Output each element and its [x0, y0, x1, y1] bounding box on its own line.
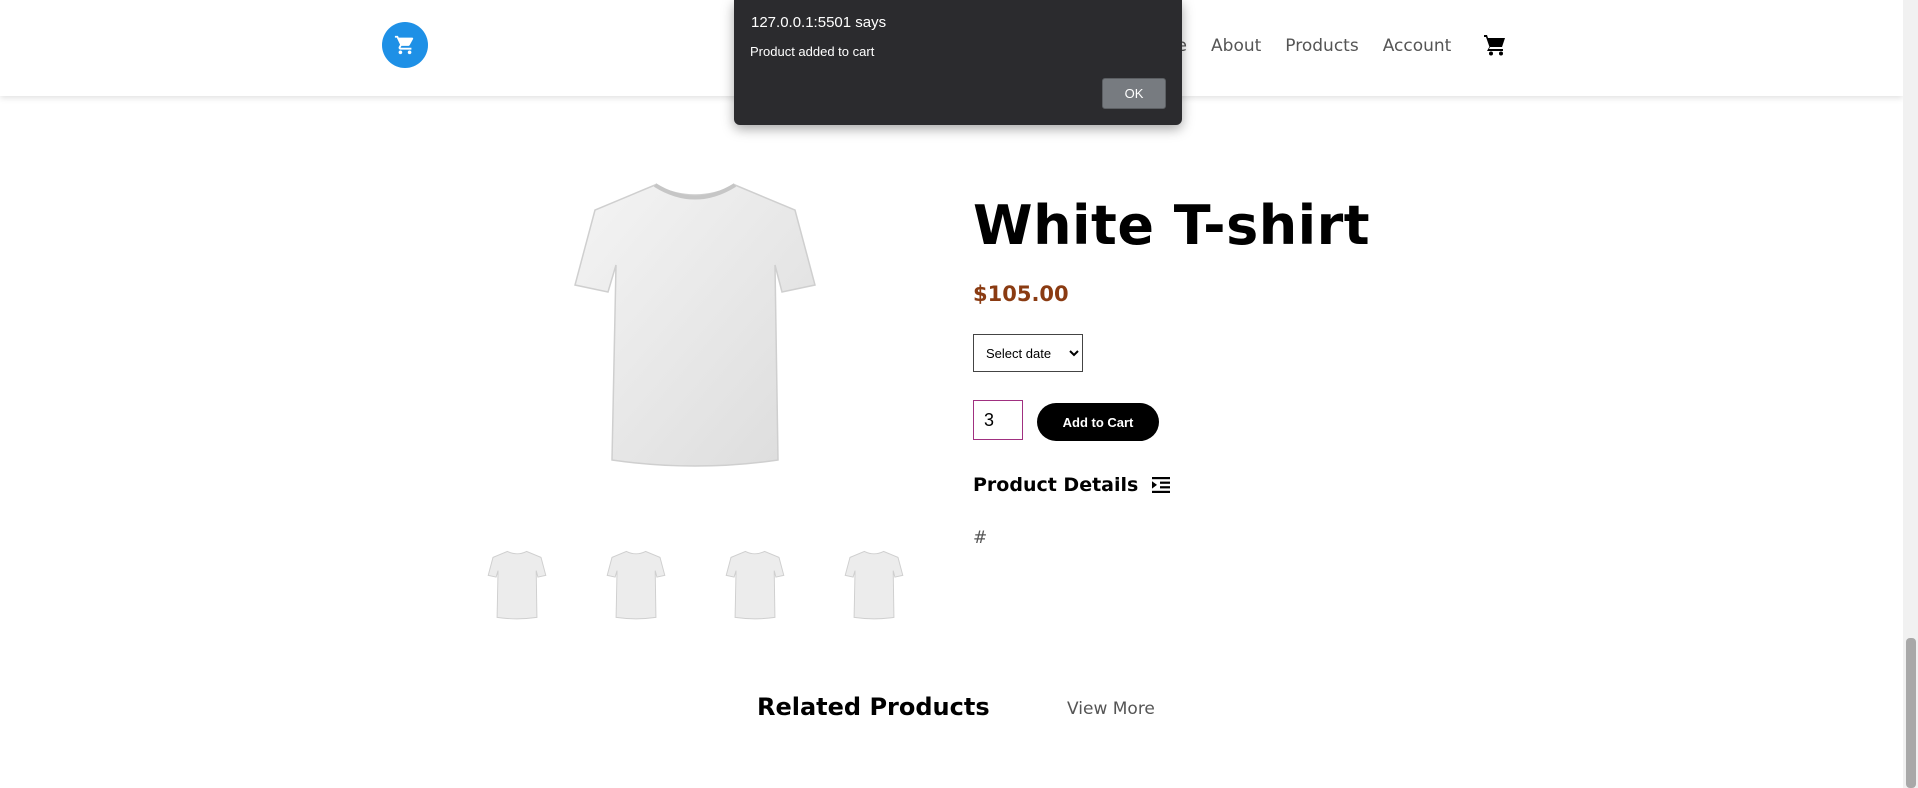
view-more-link[interactable]: View More — [1067, 699, 1155, 719]
dialog-message: Product added to cart — [750, 44, 875, 59]
indent-icon[interactable] — [1152, 477, 1171, 493]
dialog-origin: 127.0.0.1:5501 says — [751, 14, 887, 31]
related-products-heading: Related Products — [757, 693, 990, 721]
nav-account[interactable]: Account — [1383, 36, 1452, 56]
scrollbar-thumb[interactable] — [1906, 638, 1916, 788]
thumbnail-4[interactable] — [844, 548, 904, 622]
nav-about[interactable]: About — [1211, 36, 1261, 56]
nav-products[interactable]: Products — [1285, 36, 1358, 56]
thumbnail-1[interactable] — [487, 548, 547, 622]
product-main-image — [574, 183, 816, 467]
product-details-text: # — [973, 528, 988, 548]
add-to-cart-button[interactable]: Add to Cart — [1037, 403, 1159, 441]
logo[interactable] — [382, 22, 428, 68]
date-select[interactable]: Select date — [973, 334, 1083, 372]
main-nav: me About Products Account — [1160, 36, 1475, 56]
thumbnail-list — [487, 548, 963, 622]
shopping-cart-icon — [394, 35, 414, 55]
cart-icon[interactable] — [1483, 34, 1507, 60]
quantity-input[interactable] — [973, 400, 1023, 440]
ok-button[interactable]: OK — [1102, 78, 1166, 109]
alert-dialog: 127.0.0.1:5501 says Product added to car… — [734, 0, 1182, 125]
product-price: $105.00 — [973, 282, 1069, 306]
thumbnail-3[interactable] — [725, 548, 785, 622]
product-details-label: Product Details — [973, 474, 1139, 496]
product-details-heading: Product Details — [973, 474, 1171, 496]
thumbnail-2[interactable] — [606, 548, 666, 622]
product-title: White T-shirt — [973, 194, 1371, 257]
